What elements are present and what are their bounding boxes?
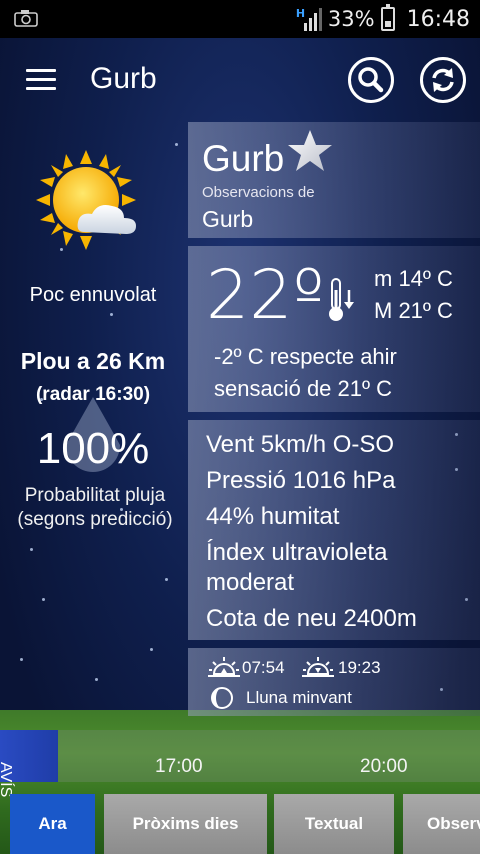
tab-proxims-dies[interactable]: Pròxims dies: [104, 794, 267, 854]
rain-probability-label: Probabilitat pluja (segons predicció): [0, 484, 190, 532]
location-panel: Gurb Observacions de Gurb: [188, 122, 480, 238]
sunrise-time: 07:54: [242, 658, 285, 677]
search-icon: [358, 67, 384, 93]
moon-icon: [211, 687, 233, 709]
alert-badge[interactable]: AVÍS: [0, 730, 58, 797]
sunrise-icon: [208, 657, 240, 677]
app-title: Gurb: [90, 62, 157, 95]
rain-probability: 100%: [36, 424, 150, 473]
hourly-timeline[interactable]: AVÍS 17:00 20:00: [0, 730, 480, 797]
tab-textual[interactable]: Textual: [274, 794, 394, 854]
sunset-icon: [302, 657, 334, 677]
temperature-diff: -2º C respecte ahir: [214, 344, 397, 369]
status-bar: H 33% 16:48: [0, 0, 480, 38]
rain-probability-label-line1: Probabilitat pluja: [24, 485, 166, 506]
partly-cloudy-icon: [36, 150, 136, 250]
refresh-icon: [432, 68, 454, 92]
observations-location: Gurb: [202, 206, 254, 232]
astro-panel: 07:54 19:23 Lluna minvant: [188, 648, 480, 716]
location-name: Gurb: [202, 138, 285, 179]
wind-text: Vent 5km/h O-SO: [206, 431, 395, 458]
moon-phase: Lluna minvant: [246, 688, 352, 707]
tab-observacions[interactable]: Observ: [403, 794, 480, 854]
feels-like: sensació de 21º C: [214, 376, 393, 401]
tab-ara[interactable]: Ara: [10, 794, 95, 854]
timeline-label: 17:00: [155, 756, 203, 777]
search-button[interactable]: [348, 57, 394, 103]
details-panel: Vent 5km/h O-SO Pressió 1016 hPa 44% hum…: [188, 420, 480, 640]
favorite-star-icon[interactable]: [286, 128, 334, 174]
sunset-time: 19:23: [338, 658, 381, 677]
battery-icon: [380, 4, 395, 31]
rain-probability-label-line2: (segons predicció): [17, 509, 173, 530]
app-bar: Gurb: [0, 38, 480, 122]
pressure-text: Pressió 1016 hPa: [206, 467, 396, 494]
current-temperature: 22º: [206, 256, 325, 335]
uv-text-line1: Índex ultravioleta: [206, 539, 388, 566]
temperature-panel: 22º m 14º C M 21º C -2º C respecte ahir …: [188, 246, 480, 412]
rain-distance: Plou a 26 Km: [20, 348, 166, 374]
observations-label: Observacions de: [202, 184, 315, 201]
camera-icon: [14, 10, 38, 27]
snow-level-text: Cota de neu 2400m: [206, 605, 417, 632]
humidity-text: 44% humitat: [206, 503, 340, 530]
condition-text: Poc ennuvolat: [29, 284, 157, 306]
menu-icon[interactable]: [26, 69, 56, 91]
min-temperature: m 14º C: [374, 266, 453, 291]
thermometer-icon: [329, 278, 354, 321]
uv-text-line2: moderat: [206, 569, 295, 596]
status-time: 16:48: [406, 6, 470, 32]
bottom-tabs: Ara Pròxims dies Textual Observ: [0, 792, 480, 854]
signal-icon: H: [296, 7, 322, 31]
refresh-button[interactable]: [420, 57, 466, 103]
battery-percent: 33%: [327, 7, 375, 31]
max-temperature: M 21º C: [374, 298, 453, 323]
timeline-label: 20:00: [360, 756, 408, 777]
